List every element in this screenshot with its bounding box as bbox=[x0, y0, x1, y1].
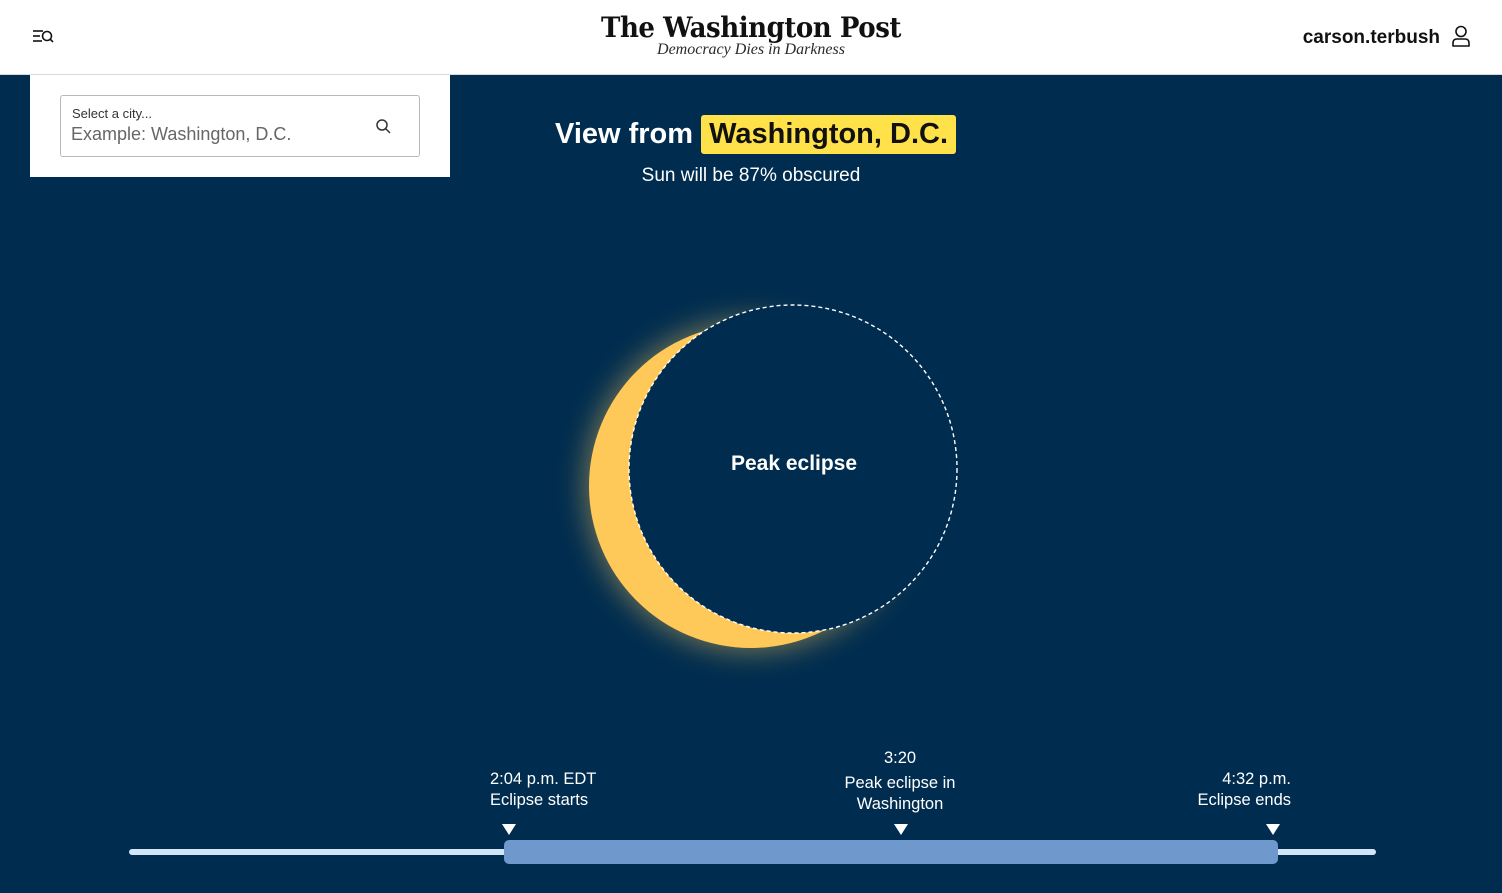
start-marker-icon bbox=[502, 824, 516, 835]
start-caption: Eclipse starts bbox=[490, 791, 589, 809]
peak-marker-icon bbox=[894, 824, 908, 835]
end-time: 4:32 p.m. bbox=[1222, 770, 1291, 788]
peak-label-group: 3:20 Peak eclipse in Washington bbox=[820, 748, 980, 815]
peak-caption-line2: Washington bbox=[856, 795, 944, 813]
eclipse-illustration bbox=[585, 304, 958, 652]
peak-time: 3:20 bbox=[883, 749, 917, 767]
peak-caption-line1: Peak eclipse in bbox=[844, 774, 956, 792]
sun-crescent bbox=[589, 324, 913, 648]
peak-eclipse-label: Peak eclipse bbox=[730, 452, 858, 475]
start-time: 2:04 p.m. EDT bbox=[490, 770, 597, 788]
end-label: 4:32 p.m. Eclipse ends bbox=[1151, 769, 1291, 811]
end-caption: Eclipse ends bbox=[1197, 791, 1291, 809]
eclipse-time-range[interactable] bbox=[504, 840, 1278, 864]
start-label: 2:04 p.m. EDT Eclipse starts bbox=[490, 769, 596, 811]
end-marker-icon bbox=[1266, 824, 1280, 835]
